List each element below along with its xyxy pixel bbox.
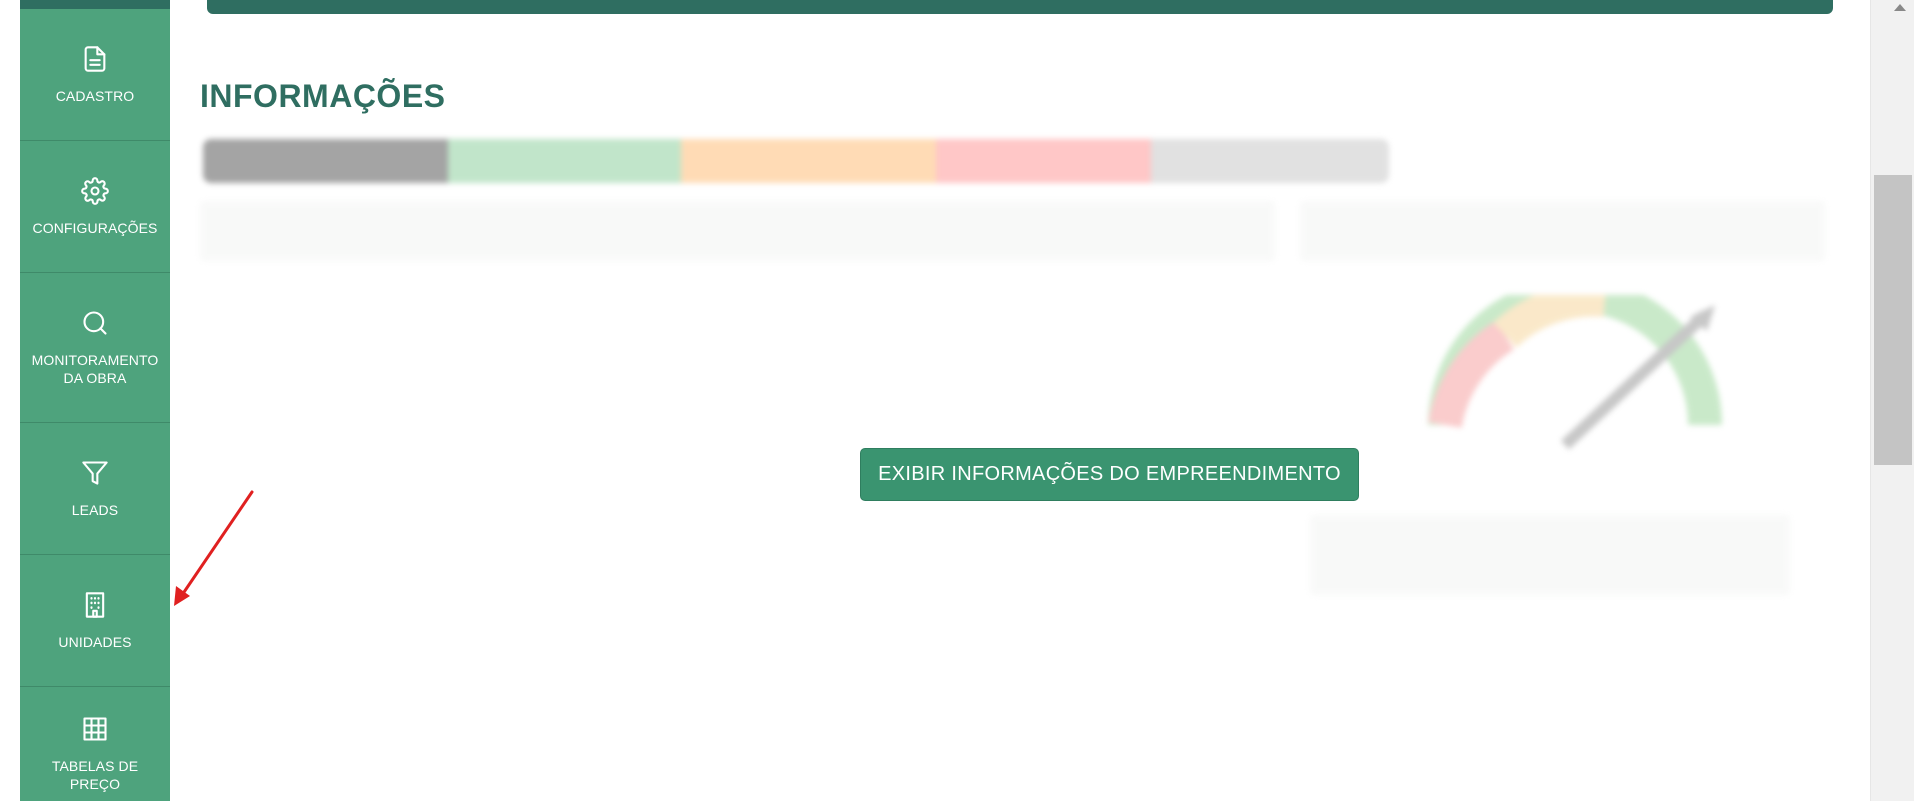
top-banner [207,0,1833,14]
status-legend [203,139,1389,183]
sidebar-item-label: TABELAS DE PREÇO [51,758,139,792]
grid-icon [83,717,107,741]
sidebar-item-configuracoes[interactable]: CONFIGURAÇÕES [20,141,170,273]
gear-icon [81,176,109,205]
legend-segment [936,139,1151,183]
show-project-info-button[interactable]: EXIBIR INFORMAÇÕES DO EMPREENDIMENTO [860,448,1359,501]
page-title: INFORMAÇÕES [200,78,446,114]
building-icon [85,591,105,618]
legend-segment [448,139,681,183]
sidebar-item-tabelas-de-preco[interactable]: TABELAS DE PREÇO [20,687,170,801]
blurred-panel [1310,515,1790,595]
left-gutter [0,0,20,801]
sidebar-top-bar [20,0,170,9]
blurred-info-area [200,135,1830,645]
blurred-gauge [1428,295,1722,450]
sidebar-item-label: CONFIGURAÇÕES [32,219,158,236]
sidebar-item-leads[interactable]: LEADS [20,423,170,555]
legend-segment [1151,139,1389,183]
page: CADASTRO CONFIGURAÇÕES MONITORAMENTO DA … [0,0,1914,801]
sidebar-item-label: UNIDADES [58,633,132,650]
scroll-up-icon[interactable] [1894,4,1906,11]
sidebar-item-cadastro[interactable]: CADASTRO [20,9,170,141]
legend-segment [681,139,936,183]
blurred-panel [1300,201,1825,261]
blurred-panel [200,201,1275,261]
sidebar-item-label: CADASTRO [55,87,135,104]
sidebar-item-monitoramento[interactable]: MONITORAMENTO DA OBRA [20,273,170,423]
scrollbar-thumb[interactable] [1874,175,1912,465]
legend-segment [203,139,448,183]
sidebar-item-label: LEADS [71,501,119,518]
annotation-arrow [174,490,254,606]
sidebar-item-unidades[interactable]: UNIDADES [20,555,170,687]
file-text-icon [84,45,106,72]
sidebar: CADASTRO CONFIGURAÇÕES MONITORAMENTO DA … [20,0,170,801]
filter-icon [82,460,108,485]
vertical-scrollbar[interactable] [1870,0,1914,801]
search-icon [83,310,107,335]
sidebar-item-label: MONITORAMENTO DA OBRA [31,351,159,386]
main-content: INFORMAÇÕES EXIBIR INFORMAÇÕES DO EMPREE… [170,0,1870,801]
